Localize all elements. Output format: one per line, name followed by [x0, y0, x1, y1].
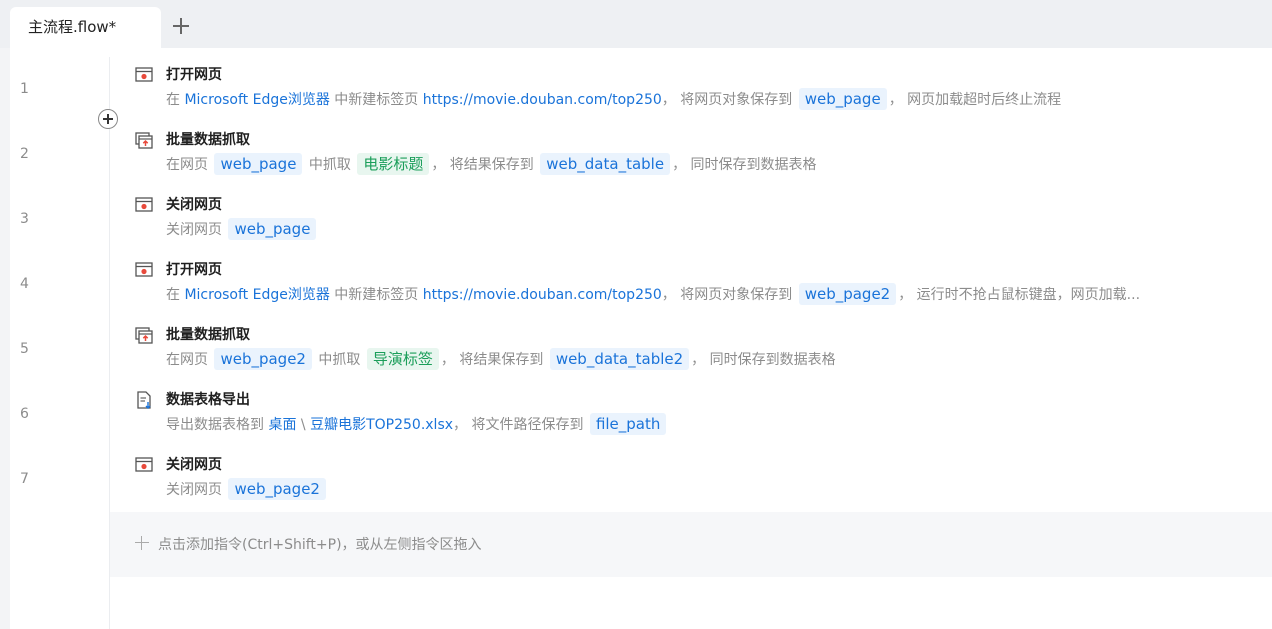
step-close-webpage[interactable]: 关闭网页 关闭网页 web_page2 [110, 447, 1272, 512]
desc-text: 关闭网页 [166, 482, 227, 498]
desc-text: ， 将文件路径保存到 [453, 417, 588, 433]
step-description: 导出数据表格到 桌面 \ 豆瓣电影TOP250.xlsx， 将文件路径保存到 f… [166, 413, 668, 436]
web-open-icon [135, 262, 153, 277]
web-open-icon [135, 67, 153, 82]
desc-text: 中抓取 [304, 157, 356, 173]
desc-text: ， 运行时不抢占鼠标键盘，网页加载... [898, 287, 1141, 303]
line-number: 4 [20, 276, 29, 292]
step-open-webpage[interactable]: 打开网页 在 Microsoft Edge浏览器 中新建标签页 https://… [110, 57, 1272, 122]
add-command-hint: 点击添加指令(Ctrl+Shift+P)，或从左侧指令区拖入 [158, 537, 482, 553]
desc-text: 在网页 [166, 352, 213, 368]
element-tag-chip[interactable]: 导演标签 [366, 348, 439, 370]
url-link[interactable]: https://movie.douban.com/top250 [423, 287, 662, 303]
desc-text: 中新建标签页 [329, 287, 423, 303]
desc-text: 在网页 [166, 157, 213, 173]
tab-main-flow[interactable]: 主流程.flow* [10, 7, 161, 48]
element-tag-chip[interactable]: 电影标题 [357, 153, 430, 175]
variable-chip[interactable]: file_path [589, 413, 667, 435]
web-close-icon [135, 197, 153, 212]
variable-chip[interactable]: web_page2 [214, 348, 312, 370]
step-export-data-table[interactable]: 数据表格导出 导出数据表格到 桌面 \ 豆瓣电影TOP250.xlsx， 将文件… [110, 382, 1272, 447]
line-number: 7 [20, 471, 29, 487]
add-command-bar[interactable]: 点击添加指令(Ctrl+Shift+P)，或从左侧指令区拖入 [110, 512, 1272, 577]
step-open-webpage[interactable]: 打开网页 在 Microsoft Edge浏览器 中新建标签页 https://… [110, 252, 1272, 317]
left-gutter [0, 48, 10, 629]
desc-text: 在 [166, 92, 185, 108]
desc-text: ， 同时保存到数据表格 [672, 157, 817, 173]
step-title: 数据表格导出 [166, 392, 250, 408]
desc-text: 导出数据表格到 [166, 417, 269, 433]
variable-chip[interactable]: web_data_table2 [549, 348, 690, 370]
variable-chip[interactable]: web_page [214, 153, 303, 175]
step-title: 关闭网页 [166, 197, 222, 213]
line-number: 5 [20, 341, 29, 357]
desc-text: ， 网页加载超时后终止流程 [888, 92, 1062, 108]
variable-chip[interactable]: web_page [228, 218, 317, 240]
folder-link[interactable]: 桌面 [268, 417, 296, 433]
step-batch-scrape[interactable]: 批量数据抓取 在网页 web_page2 中抓取 导演标签， 将结果保存到 we… [110, 317, 1272, 382]
browser-link[interactable]: Microsoft Edge浏览器 [184, 92, 329, 108]
line-number: 1 [20, 81, 29, 97]
web-close-icon [135, 457, 153, 472]
variable-chip[interactable]: web_page2 [798, 283, 897, 305]
tab-label: 主流程.flow* [28, 18, 117, 36]
line-number: 6 [20, 406, 29, 422]
step-batch-scrape[interactable]: 批量数据抓取 在网页 web_page 中抓取 电影标题， 将结果保存到 web… [110, 122, 1272, 187]
step-description: 关闭网页 web_page [166, 218, 318, 241]
step-title: 打开网页 [166, 67, 222, 83]
desc-text: 中抓取 [313, 352, 365, 368]
data-scrape-icon [135, 132, 153, 149]
file-link[interactable]: 豆瓣电影TOP250.xlsx [310, 417, 453, 433]
step-close-webpage[interactable]: 关闭网页 关闭网页 web_page [110, 187, 1272, 252]
browser-link[interactable]: Microsoft Edge浏览器 [184, 287, 329, 303]
plus-icon [135, 536, 149, 550]
tab-bar: 主流程.flow* [0, 0, 1272, 48]
path-separator: \ [296, 417, 311, 433]
desc-text: ， 将网页对象保存到 [661, 92, 797, 108]
step-description: 在网页 web_page2 中抓取 导演标签， 将结果保存到 web_data_… [166, 348, 836, 371]
excel-export-icon [137, 391, 151, 409]
step-description: 在 Microsoft Edge浏览器 中新建标签页 https://movie… [166, 88, 1061, 111]
step-title: 批量数据抓取 [166, 132, 250, 148]
step-description: 在网页 web_page 中抓取 电影标题， 将结果保存到 web_data_t… [166, 153, 817, 176]
step-description: 在 Microsoft Edge浏览器 中新建标签页 https://movie… [166, 283, 1140, 306]
desc-text: 在 [166, 287, 185, 303]
step-title: 关闭网页 [166, 457, 222, 473]
desc-text: ， 将结果保存到 [431, 157, 539, 173]
url-link[interactable]: https://movie.douban.com/top250 [423, 92, 662, 108]
desc-text: ， 将结果保存到 [440, 352, 548, 368]
desc-text: ， 同时保存到数据表格 [691, 352, 836, 368]
desc-text: ， 将网页对象保存到 [661, 287, 797, 303]
step-title: 打开网页 [166, 262, 222, 278]
desc-text: 中新建标签页 [329, 92, 423, 108]
variable-chip[interactable]: web_data_table [540, 153, 671, 175]
line-number: 3 [20, 211, 29, 227]
step-title: 批量数据抓取 [166, 327, 250, 343]
line-number: 2 [20, 146, 29, 162]
variable-chip[interactable]: web_page2 [228, 478, 326, 500]
variable-chip[interactable]: web_page [798, 88, 887, 110]
desc-text: 关闭网页 [166, 222, 227, 238]
step-description: 关闭网页 web_page2 [166, 478, 328, 501]
data-scrape-icon [135, 327, 153, 344]
add-tab-icon[interactable] [170, 15, 192, 37]
